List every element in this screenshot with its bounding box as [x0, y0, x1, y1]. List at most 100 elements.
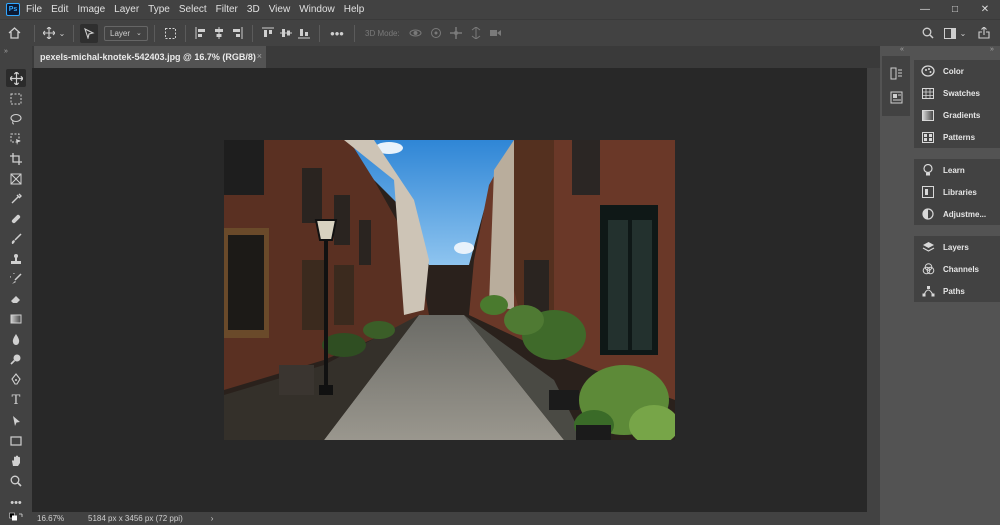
healing-brush-icon[interactable]: [6, 210, 26, 228]
menu-filter[interactable]: Filter: [216, 4, 238, 15]
divider: [185, 24, 186, 42]
3d-mode-label: 3D Mode:: [365, 28, 400, 38]
canvas-area[interactable]: [32, 68, 867, 512]
panel-item-color[interactable]: Color: [914, 60, 1000, 82]
3d-camera-icon[interactable]: [486, 20, 506, 47]
layer-select-dropdown[interactable]: Layer ⌄: [104, 25, 148, 41]
frame-icon[interactable]: [6, 170, 26, 188]
share-icon[interactable]: [976, 20, 992, 47]
close-tab-icon[interactable]: ×: [257, 51, 262, 61]
channels-icon: [921, 263, 935, 275]
panel-item-libraries[interactable]: Libraries: [914, 181, 1000, 203]
type-icon[interactable]: T: [6, 391, 26, 409]
eyedropper-icon[interactable]: [6, 190, 26, 208]
vertical-scrollbar[interactable]: [867, 68, 880, 525]
collapse-toolbar-icon[interactable]: »: [4, 48, 8, 55]
panel-label-color: Color: [943, 66, 964, 76]
zoom-icon[interactable]: [6, 472, 26, 490]
gradient-icon[interactable]: [6, 310, 26, 328]
expand-panels-icon[interactable]: «: [900, 46, 904, 53]
panel-item-patterns[interactable]: Patterns: [914, 126, 1000, 148]
tools-panel: » T •••: [0, 46, 32, 525]
collapsed-panel-group: [882, 56, 910, 116]
menu-3d[interactable]: 3D: [247, 4, 260, 15]
document-tab[interactable]: pexels-michal-knotek-542403.jpg @ 16.7% …: [34, 46, 266, 68]
pen-icon[interactable]: [6, 370, 26, 388]
blur-icon[interactable]: [6, 330, 26, 348]
properties-panel-icon[interactable]: [889, 90, 903, 104]
collapse-panels-icon[interactable]: »: [990, 46, 994, 53]
chevron-down-icon[interactable]: ⌄: [958, 20, 968, 47]
divider: [34, 24, 35, 42]
panel-item-gradients[interactable]: Gradients: [914, 104, 1000, 126]
zoom-level[interactable]: 16.67%: [32, 514, 82, 523]
menu-select[interactable]: Select: [179, 4, 207, 15]
panel-label-swatches: Swatches: [943, 88, 980, 98]
panel-item-adjustments[interactable]: Adjustme...: [914, 203, 1000, 225]
swatches-icon: [921, 87, 935, 99]
divider: [252, 24, 253, 42]
3d-orbit-icon[interactable]: [406, 20, 426, 47]
chevron-down-icon[interactable]: ⌄: [57, 20, 67, 47]
panel-item-paths[interactable]: Paths: [914, 280, 1000, 302]
lasso-icon[interactable]: [6, 110, 26, 128]
divider: [354, 24, 355, 42]
auto-select-icon[interactable]: [80, 23, 98, 43]
menu-help[interactable]: Help: [344, 4, 365, 15]
panel-label-gradients: Gradients: [943, 110, 981, 120]
workspace-icon[interactable]: [942, 20, 958, 47]
align-middle-icon[interactable]: [277, 20, 295, 47]
adjustments-icon: [921, 208, 935, 220]
more-options-icon[interactable]: •••: [326, 20, 348, 47]
dodge-icon[interactable]: [6, 350, 26, 368]
history-brush-icon[interactable]: [6, 270, 26, 288]
home-icon[interactable]: [0, 20, 28, 47]
panel-item-layers[interactable]: Layers: [914, 236, 1000, 258]
menu-layer[interactable]: Layer: [114, 4, 139, 15]
3d-roll-icon[interactable]: [426, 20, 446, 47]
menu-file[interactable]: File: [26, 4, 42, 15]
transform-controls-icon[interactable]: [161, 20, 179, 47]
panel-item-learn[interactable]: Learn: [914, 159, 1000, 181]
3d-pan-icon[interactable]: [446, 20, 466, 47]
menu-view[interactable]: View: [269, 4, 291, 15]
chevron-down-icon: ⌄: [136, 30, 142, 37]
align-left-icon[interactable]: [192, 20, 210, 47]
history-panel-icon[interactable]: [889, 66, 903, 80]
path-selection-icon[interactable]: [6, 412, 26, 430]
align-bottom-icon[interactable]: [295, 20, 313, 47]
search-icon[interactable]: [920, 20, 936, 47]
hand-icon[interactable]: [6, 452, 26, 470]
brush-icon[interactable]: [6, 230, 26, 248]
move-tool-icon[interactable]: [6, 69, 26, 87]
menu-window[interactable]: Window: [299, 4, 335, 15]
color-icon: [921, 65, 935, 77]
crop-icon[interactable]: [6, 150, 26, 168]
maximize-button[interactable]: □: [940, 0, 970, 19]
clone-stamp-icon[interactable]: [6, 250, 26, 268]
divider: [154, 24, 155, 42]
panels-dock: » Color Swatches Gradients Patterns Lear…: [914, 46, 1000, 525]
align-top-icon[interactable]: [259, 20, 277, 47]
panel-item-swatches[interactable]: Swatches: [914, 82, 1000, 104]
document-tab-title: pexels-michal-knotek-542403.jpg @ 16.7% …: [40, 52, 256, 62]
default-colors-icon[interactable]: [6, 510, 26, 524]
rectangular-marquee-icon[interactable]: [6, 90, 26, 108]
menu-type[interactable]: Type: [148, 4, 170, 15]
panel-label-libraries: Libraries: [943, 187, 977, 197]
object-selection-icon[interactable]: [6, 130, 26, 148]
rectangle-tool-icon[interactable]: [6, 432, 26, 450]
move-tool-icon[interactable]: [41, 20, 57, 47]
status-menu-arrow-icon[interactable]: ›: [211, 514, 214, 523]
panel-label-layers: Layers: [943, 242, 969, 252]
align-right-icon[interactable]: [228, 20, 246, 47]
menu-image[interactable]: Image: [77, 4, 105, 15]
eraser-icon[interactable]: [6, 290, 26, 308]
panel-item-channels[interactable]: Channels: [914, 258, 1000, 280]
close-button[interactable]: ✕: [970, 0, 1000, 19]
3d-slide-icon[interactable]: [466, 20, 486, 47]
align-center-icon[interactable]: [210, 20, 228, 47]
menu-edit[interactable]: Edit: [51, 4, 68, 15]
minimize-button[interactable]: —: [910, 0, 940, 19]
document-image[interactable]: [224, 140, 675, 440]
